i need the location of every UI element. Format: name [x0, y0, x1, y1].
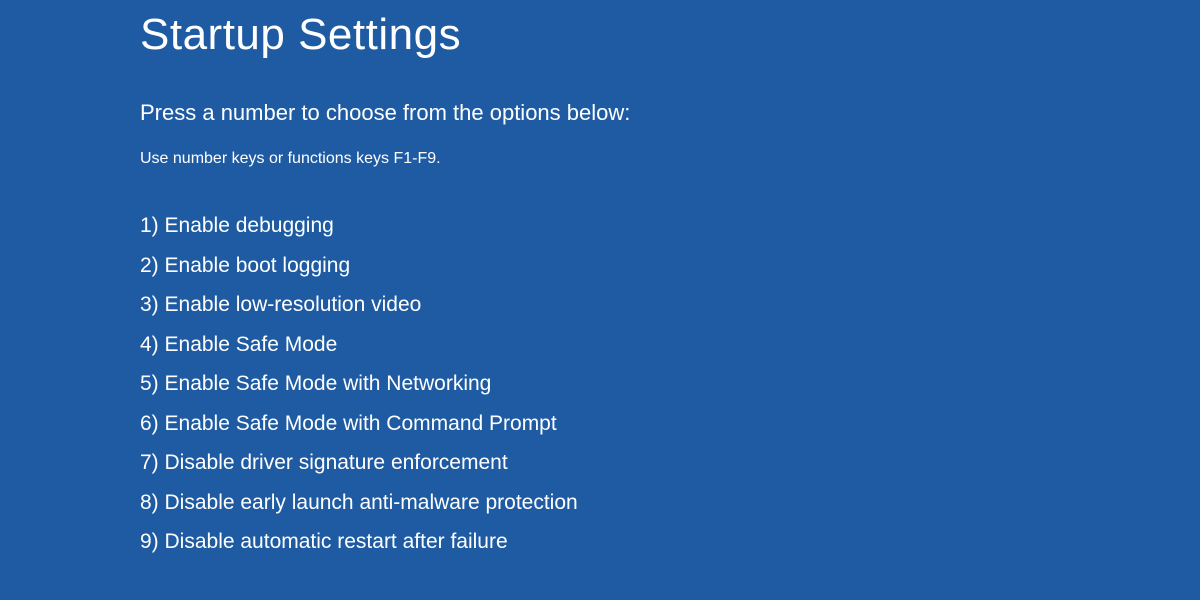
option-enable-safe-mode-command-prompt[interactable]: 6) Enable Safe Mode with Command Prompt — [140, 408, 1200, 440]
option-enable-safe-mode-networking[interactable]: 5) Enable Safe Mode with Networking — [140, 368, 1200, 400]
option-enable-boot-logging[interactable]: 2) Enable boot logging — [140, 250, 1200, 282]
option-disable-driver-signature[interactable]: 7) Disable driver signature enforcement — [140, 447, 1200, 479]
hint-text: Use number keys or functions keys F1-F9. — [140, 150, 1200, 168]
option-disable-anti-malware[interactable]: 8) Disable early launch anti-malware pro… — [140, 487, 1200, 519]
option-enable-low-resolution-video[interactable]: 3) Enable low-resolution video — [140, 289, 1200, 321]
page-title: Startup Settings — [140, 10, 1200, 60]
instruction-text: Press a number to choose from the option… — [140, 100, 1200, 126]
option-disable-auto-restart[interactable]: 9) Disable automatic restart after failu… — [140, 526, 1200, 558]
option-enable-safe-mode[interactable]: 4) Enable Safe Mode — [140, 329, 1200, 361]
option-enable-debugging[interactable]: 1) Enable debugging — [140, 210, 1200, 242]
options-list: 1) Enable debugging 2) Enable boot loggi… — [140, 210, 1200, 558]
